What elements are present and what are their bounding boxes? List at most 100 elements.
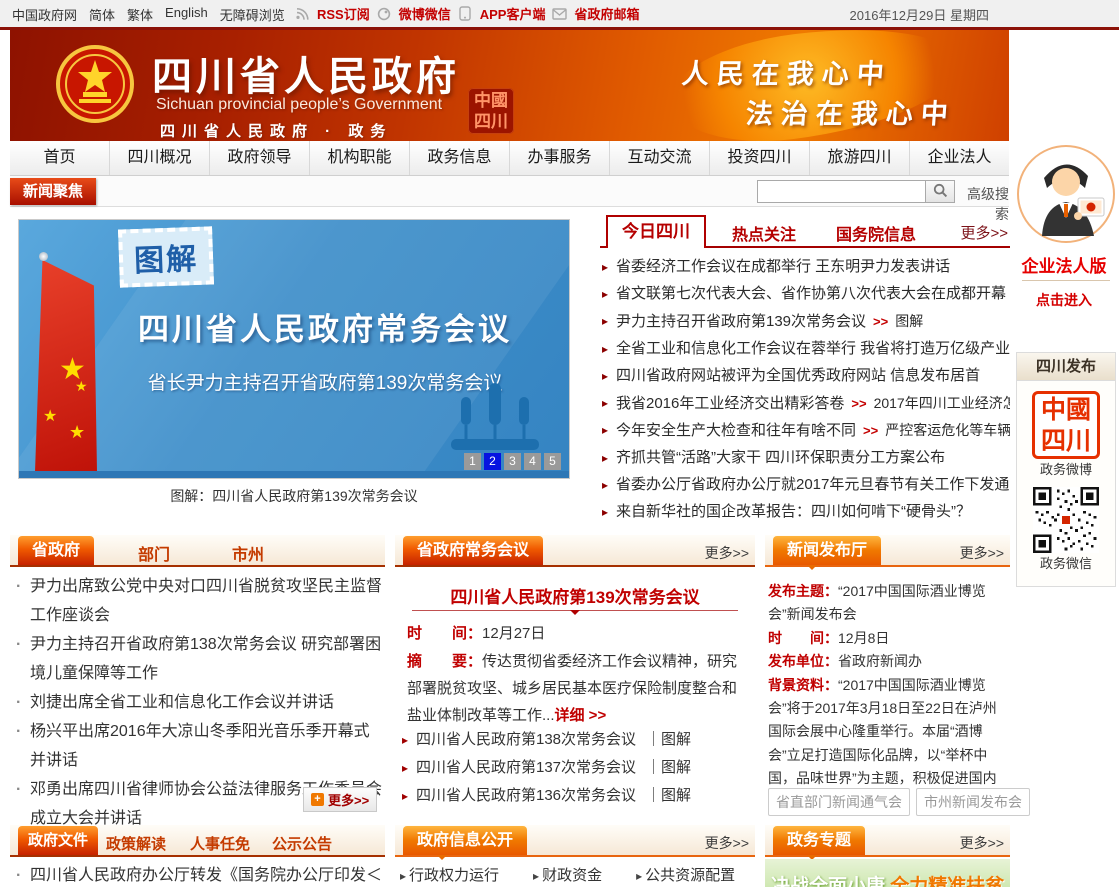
legal-person-version-link[interactable]: 企业法人版 — [1010, 252, 1118, 277]
news-item[interactable]: 省文联第七次代表大会、省作协第八次代表大会在成都开幕 — [600, 281, 1010, 308]
gov-more-button[interactable]: + 更多>> — [303, 787, 377, 812]
news-item-text: 省委经济工作会议在成都举行 王东明尹力发表讲话 — [616, 258, 950, 275]
nav-services[interactable]: 办事服务 — [510, 141, 610, 175]
topbar-link-simplified[interactable]: 简体 — [89, 5, 115, 24]
click-enter-link[interactable]: 点击进入 — [1010, 290, 1118, 310]
nav-home[interactable]: 首页 — [10, 141, 110, 175]
pager-dot-4[interactable]: 4 — [524, 453, 541, 470]
gov-news-item[interactable]: 刘捷出席全省工业和信息化工作会议并讲话 — [10, 688, 385, 717]
news-item[interactable]: 齐抓共管“活路”大家干 四川环保职责分工方案公布 — [600, 445, 1010, 472]
news-item[interactable]: 今年安全生产大检查和往年有啥不同>>严控客运危化等车辆 — [600, 417, 1010, 445]
nav-functions[interactable]: 机构职能 — [310, 141, 410, 175]
tab-departments[interactable]: 部门 — [138, 541, 170, 565]
news-item-text: 来自新华社的国企改革报告：四川如何啃下“硬骨头”？ — [616, 503, 971, 520]
pager-dot-2-active[interactable]: 2 — [484, 453, 501, 470]
meeting-item-infographic[interactable]: ｜图解 — [646, 731, 691, 748]
tab-state-council[interactable]: 国务院信息 — [836, 221, 916, 245]
press-section-tab[interactable]: 新闻发布厅 — [773, 536, 881, 565]
news-focus-badge: 新闻聚焦 — [10, 178, 96, 205]
search-input[interactable] — [757, 180, 925, 203]
news-list: 省委经济工作会议在成都举行 王东明尹力发表讲话 省文联第七次代表大会、省作协第八… — [600, 254, 1010, 526]
tab-provincial-gov[interactable]: 省政府 — [18, 536, 94, 565]
meeting-section-tab[interactable]: 省政府常务会议 — [403, 536, 543, 565]
site-title-english: Sichuan provincial people’s Government — [156, 96, 442, 114]
weibo-wechat-link[interactable]: 微博微信 — [399, 4, 451, 23]
news-item[interactable]: 我省2016年工业经济交出精彩答卷>>2017年四川工业经济怎么干？ — [600, 390, 1010, 418]
topics-banner[interactable]: 决战全面小康 全力精准扶贫 — [765, 859, 1010, 887]
nav-interaction[interactable]: 互动交流 — [610, 141, 710, 175]
meeting-headline[interactable]: 四川省人民政府第139次常务会议 — [395, 583, 755, 608]
app-icon — [458, 6, 473, 21]
openinfo-more-link[interactable]: 更多>> — [705, 833, 749, 853]
nav-leaders[interactable]: 政府领导 — [210, 141, 310, 175]
tab-gov-documents[interactable]: 政府文件 — [18, 826, 98, 855]
nav-overview[interactable]: 四川概况 — [110, 141, 210, 175]
meeting-item[interactable]: 四川省人民政府第136次常务会议｜图解 — [400, 782, 752, 810]
news-more-link[interactable]: 更多>> — [960, 222, 1008, 243]
topbar-link-accessibility[interactable]: 无障碍浏览 — [220, 5, 285, 24]
app-client-link[interactable]: APP客户端 — [480, 4, 546, 23]
pager-dot-3[interactable]: 3 — [504, 453, 521, 470]
tab-cities[interactable]: 市州 — [232, 541, 264, 565]
topics-more-link[interactable]: 更多>> — [960, 833, 1004, 853]
carousel-caption[interactable]: 图解：四川省人民政府第139次常务会议 — [18, 486, 570, 506]
meeting-item[interactable]: 四川省人民政府第137次常务会议｜图解 — [400, 754, 752, 782]
nav-info[interactable]: 政务信息 — [410, 141, 510, 175]
news-item[interactable]: 四川省政府网站被评为全国优秀政府网站 信息发布居首 — [600, 363, 1010, 390]
abstract-label: 摘 要： — [407, 653, 482, 670]
dept-briefing-button[interactable]: 省直部门新闻通气会 — [768, 788, 910, 816]
news-item[interactable]: 全省工业和信息化工作会议在蓉举行 我省将打造万亿级产业集群 — [600, 336, 1010, 363]
weibo-seal-image[interactable]: 中國四川 — [1032, 391, 1100, 459]
gov-news-item[interactable]: 杨兴平出席2016年大凉山冬季阳光音乐季开幕式并讲话 — [10, 717, 385, 775]
link-fiscal-funds[interactable]: 财政资金 — [533, 864, 602, 885]
pager-dot-1[interactable]: 1 — [464, 453, 481, 470]
news-item[interactable]: 尹力主持召开省政府第139次常务会议>>图解 — [600, 308, 1010, 336]
tab-today-sichuan[interactable]: 今日四川 — [606, 215, 706, 248]
tab-policy-interpretation[interactable]: 政策解读 — [106, 833, 166, 854]
link-public-resources[interactable]: 公共资源配置 — [636, 864, 735, 885]
news-item-text: 我省2016年工业经济交出精彩答卷 — [616, 395, 844, 412]
wechat-qr-code — [1033, 487, 1099, 553]
news-item[interactable]: 省委办公厅省政府办公厅就2017年元旦春节有关工作下发通知 — [600, 472, 1010, 499]
news-carousel[interactable]: ★ ★ ★ ★ 图解 四川省人民政府常务会议 省长尹力主持召开省政府第139次常… — [18, 219, 570, 479]
news-item-text: 齐抓共管“活路”大家干 四川环保职责分工方案公布 — [616, 449, 945, 466]
topbar-link-traditional[interactable]: 繁体 — [127, 5, 153, 24]
nav-legal-person[interactable]: 企业法人 — [910, 141, 1009, 175]
news-item-extra: 严控客运危化等车辆 — [885, 422, 1010, 438]
gov-news-item[interactable]: 尹力主持召开省政府第138次常务会议 研究部署困境儿童保障等工作 — [10, 630, 385, 688]
city-release-button[interactable]: 市州新闻发布会 — [916, 788, 1030, 816]
link-admin-power[interactable]: 行政权力运行 — [400, 864, 499, 885]
press-more-link[interactable]: 更多>> — [960, 543, 1004, 563]
meeting-more-link[interactable]: 更多>> — [705, 543, 749, 563]
gov-news-item[interactable]: 尹力出席致公党中央对口四川省脱贫攻坚民主监督工作座谈会 — [10, 572, 385, 630]
tab-hot-topics[interactable]: 热点关注 — [732, 221, 796, 245]
tab-personnel[interactable]: 人事任免 — [190, 833, 250, 854]
business-person-avatar[interactable] — [1016, 144, 1116, 244]
openinfo-section-tab[interactable]: 政府信息公开 — [403, 826, 527, 855]
news-item-text: 四川省政府网站被评为全国优秀政府网站 信息发布居首 — [616, 367, 980, 384]
gov-mail-link[interactable]: 省政府邮箱 — [574, 4, 639, 23]
topics-section-tab[interactable]: 政务专题 — [773, 826, 865, 855]
tab-public-notice[interactable]: 公示公告 — [272, 833, 332, 854]
sichuan-release-title: 四川发布 — [1017, 353, 1115, 381]
topbar-links: 中国政府网 简体 繁体 English 无障碍浏览 — [12, 5, 285, 24]
meeting-item[interactable]: 四川省人民政府第138次常务会议｜图解 — [400, 726, 752, 754]
topbar-link-govcn[interactable]: 中国政府网 — [12, 5, 77, 24]
nav-invest[interactable]: 投资四川 — [710, 141, 810, 175]
news-item[interactable]: 来自新华社的国企改革报告：四川如何啃下“硬骨头”？ — [600, 499, 1010, 526]
date-display: 2016年12月29日 星期四 — [850, 5, 989, 24]
detail-link[interactable]: 详细 >> — [555, 707, 607, 724]
rss-link[interactable]: RSS订阅 — [317, 4, 370, 23]
topbar-link-english[interactable]: English — [165, 5, 208, 24]
nav-travel[interactable]: 旅游四川 — [810, 141, 910, 175]
meeting-item-infographic[interactable]: ｜图解 — [646, 759, 691, 776]
news-item-extra: 图解 — [895, 313, 923, 329]
docs-item[interactable]: 四川省人民政府办公厅转发《国务院办公厅印发＜关于 — [10, 862, 385, 887]
carousel-bottom-strip — [19, 471, 569, 478]
news-item[interactable]: 省委经济工作会议在成都举行 王东明尹力发表讲话 — [600, 254, 1010, 281]
meeting-item-infographic[interactable]: ｜图解 — [646, 787, 691, 804]
pager-dot-5[interactable]: 5 — [544, 453, 561, 470]
search-button[interactable] — [925, 180, 955, 203]
topbar: 中国政府网 简体 繁体 English 无障碍浏览 RSS订阅 微博微信 APP… — [0, 0, 1119, 27]
topic-label: 发布主题： — [768, 583, 838, 599]
